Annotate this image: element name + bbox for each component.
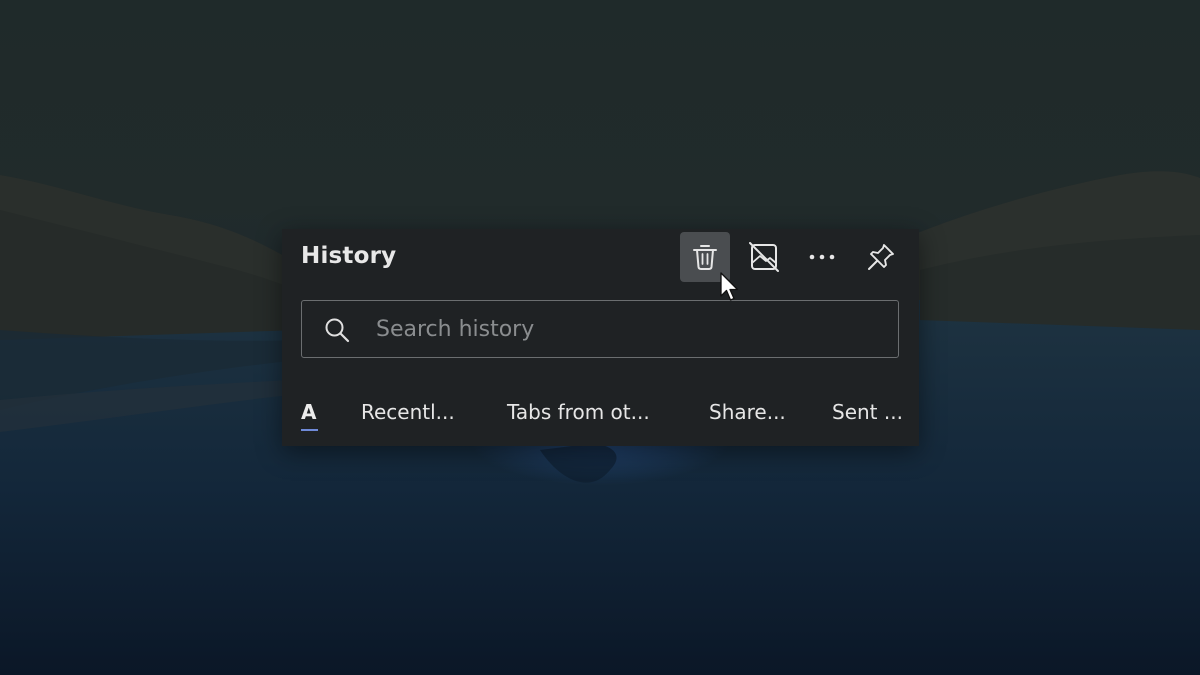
pin-icon bbox=[868, 244, 894, 270]
tab-recently-closed[interactable]: Recentl... bbox=[361, 400, 455, 424]
search-icon bbox=[325, 318, 350, 343]
more-horizontal-icon bbox=[809, 254, 835, 260]
tab-sent[interactable]: Sent ... bbox=[832, 400, 903, 424]
image-off-icon bbox=[749, 242, 779, 272]
search-box[interactable] bbox=[301, 300, 899, 358]
pin-panel-button[interactable] bbox=[856, 232, 906, 282]
history-tabs: A Recentl... Tabs from ot... Share... Se… bbox=[282, 395, 919, 435]
more-options-button[interactable] bbox=[797, 232, 847, 282]
tab-all[interactable]: A bbox=[301, 400, 316, 424]
panel-title: History bbox=[301, 243, 397, 269]
trash-icon bbox=[693, 245, 717, 270]
search-input[interactable] bbox=[376, 301, 876, 357]
history-panel: History Search history A Recentl... Tabs… bbox=[282, 229, 919, 446]
tab-shared[interactable]: Share... bbox=[709, 400, 786, 424]
active-tab-indicator bbox=[301, 429, 318, 431]
tab-tabs-from-other-devices[interactable]: Tabs from ot... bbox=[507, 400, 650, 424]
desktop-background: History Search history A Recentl... Tabs… bbox=[0, 0, 1200, 675]
sync-off-button[interactable] bbox=[739, 232, 789, 282]
mouse-pointer-icon bbox=[720, 272, 739, 301]
